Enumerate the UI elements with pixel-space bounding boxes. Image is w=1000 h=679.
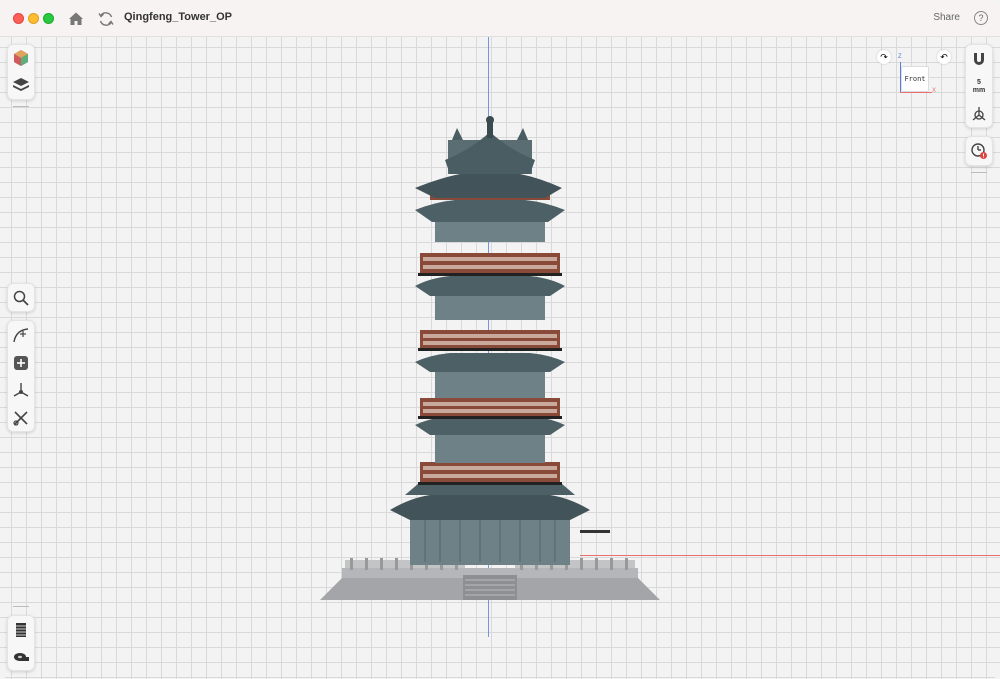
axis-z-label: Z [898,54,902,60]
top-roof [415,116,565,242]
tier-2 [415,398,565,463]
sketch-curve-icon[interactable] [10,324,32,346]
home-icon[interactable] [66,9,86,29]
cube-x-axis [900,92,932,93]
ground-floor [390,475,610,565]
snap-value-unit: mm [972,87,986,94]
modify-tools-icon[interactable] [10,407,32,429]
transform-icon[interactable] [10,379,32,401]
help-button[interactable]: ? [974,11,988,25]
measure-icon[interactable] [10,646,32,668]
document-title: Qingfeng_Tower_OP [124,11,232,23]
search-icon[interactable] [10,287,32,309]
add-primitive-icon[interactable] [10,352,32,374]
left-toolbar-search [7,283,35,312]
tier-4 [415,253,565,320]
left-toolbar-bottom [7,615,35,671]
tower-model[interactable] [300,110,680,605]
rotate-right-icon[interactable]: ↷ [877,50,891,64]
railing-tier-1 [418,462,562,485]
close-window-button[interactable] [13,13,24,24]
minimize-window-button[interactable] [28,13,39,24]
slicer-icon[interactable] [10,619,32,641]
layers-icon[interactable] [10,74,32,96]
sync-icon[interactable] [96,9,116,29]
appearance-icon[interactable] [10,47,32,69]
left-toolbar-tools [7,320,35,432]
left-toolbar-top [7,44,35,100]
history-warning-icon[interactable] [968,140,990,162]
title-bar: Qingfeng_Tower_OP Share ? [0,0,1000,37]
toolbar-separator [13,606,29,607]
view-cube[interactable]: ↷ ↶ Z X Front [875,48,955,98]
snap-value[interactable]: 5 mm [968,79,990,95]
right-toolbar-snap: 5 mm [965,44,993,128]
toolbar-separator [971,172,987,173]
app-window: Qingfeng_Tower_OP Share ? ↷ ↶ Z X Front … [0,0,1000,679]
snap-magnet-icon[interactable] [968,48,990,70]
rotate-left-icon[interactable]: ↶ [937,50,951,64]
axis-x-label: X [932,88,937,94]
toolbar-separator [13,106,29,107]
tier-3 [415,330,565,398]
origin-icon[interactable] [968,103,990,125]
share-button[interactable]: Share [933,12,960,23]
view-cube-front-face[interactable]: Front [901,66,929,92]
zoom-window-button[interactable] [43,13,54,24]
snap-value-number: 5 [977,79,981,86]
right-toolbar-history [965,136,993,166]
